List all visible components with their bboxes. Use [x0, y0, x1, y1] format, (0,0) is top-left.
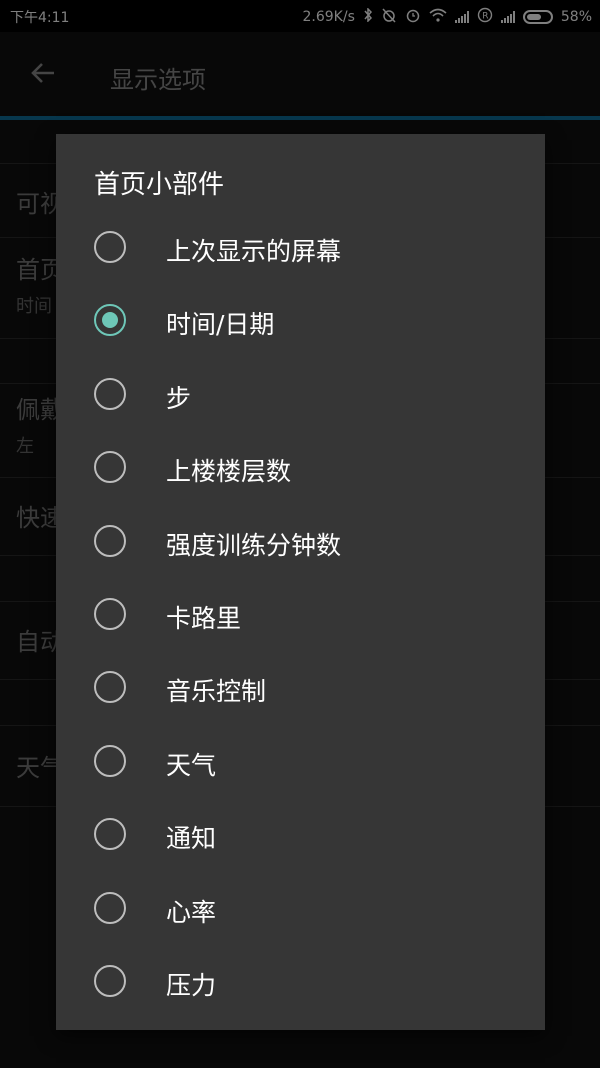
page-title: 显示选项 [110, 66, 206, 94]
radio-button-icon[interactable] [94, 744, 126, 777]
app-bar: 显示选项 [0, 32, 600, 116]
status-bar: 下午4:11 2.69K/s R 58% [0, 0, 600, 32]
radio-option[interactable]: 时间/日期 [56, 284, 545, 357]
radio-button-icon[interactable] [94, 818, 126, 851]
radio-option[interactable]: 心率 [56, 872, 545, 945]
radio-button-icon[interactable] [94, 597, 126, 630]
radio-option-label: 心率 [166, 897, 217, 927]
alarm-clock-icon [405, 7, 421, 27]
radio-option-label: 通知 [166, 824, 217, 854]
radio-button-icon[interactable] [94, 671, 126, 704]
radio-option-label: 音乐控制 [166, 677, 267, 707]
radio-option[interactable]: 强度训练分钟数 [56, 505, 545, 578]
alarm-off-icon [381, 7, 397, 27]
radio-option[interactable]: 压力 [56, 945, 545, 1018]
radio-group: 上次显示的屏幕 时间/日期 步 上楼楼层数 强度训练分钟数 卡路里 音乐控制 天… [56, 211, 545, 1018]
home-widget-dialog: 首页小部件 上次显示的屏幕 时间/日期 步 上楼楼层数 强度训练分钟数 卡路里 … [56, 134, 545, 1030]
radio-button-icon[interactable] [94, 891, 126, 924]
svg-text:R: R [482, 12, 488, 22]
status-time: 下午4:11 [10, 10, 70, 26]
radio-button-checked-icon[interactable] [94, 304, 126, 337]
radio-option[interactable]: 天气 [56, 725, 545, 798]
radio-option[interactable]: 音乐控制 [56, 651, 545, 724]
net-speed: 2.69K/s [302, 9, 355, 25]
radio-option[interactable]: 上楼楼层数 [56, 431, 545, 504]
radio-button-icon[interactable] [94, 231, 126, 263]
signal-icon [454, 11, 469, 23]
wifi-icon [429, 8, 447, 26]
radio-button-icon[interactable] [94, 524, 126, 557]
radio-option[interactable]: 上次显示的屏幕 [56, 211, 545, 284]
signal-icon [500, 11, 515, 23]
radio-button-icon[interactable] [94, 451, 126, 484]
radio-option[interactable]: 通知 [56, 798, 545, 871]
radio-option-label: 压力 [166, 970, 217, 1000]
radio-option-label: 卡路里 [166, 603, 242, 633]
battery-percent: 58% [560, 9, 592, 25]
radio-option-label: 天气 [166, 750, 217, 780]
dialog-title: 首页小部件 [94, 170, 225, 200]
radio-option[interactable]: 步 [56, 358, 545, 431]
r-icon: R [477, 7, 493, 27]
radio-option-label: 上楼楼层数 [166, 457, 292, 487]
radio-option[interactable]: 卡路里 [56, 578, 545, 651]
battery-icon [522, 10, 553, 24]
status-icons: 2.69K/s R 58% [302, 7, 592, 27]
radio-option-label: 时间/日期 [166, 310, 275, 340]
radio-option-label: 步 [166, 383, 192, 413]
bluetooth-icon [363, 7, 373, 26]
radio-option-label: 强度训练分钟数 [166, 530, 342, 560]
radio-option-label: 上次显示的屏幕 [166, 237, 342, 266]
radio-button-icon[interactable] [94, 964, 126, 997]
arrow-left-icon [31, 63, 54, 83]
back-button[interactable] [28, 58, 58, 88]
radio-button-icon[interactable] [94, 377, 126, 410]
